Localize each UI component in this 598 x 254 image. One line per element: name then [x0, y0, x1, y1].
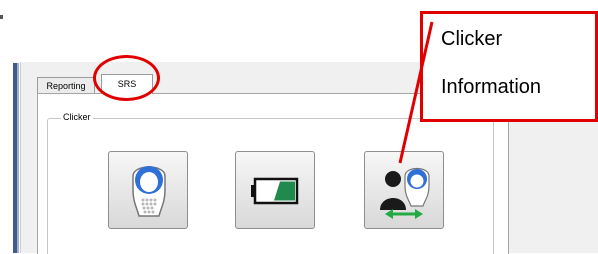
callout-leader-line — [398, 21, 434, 164]
